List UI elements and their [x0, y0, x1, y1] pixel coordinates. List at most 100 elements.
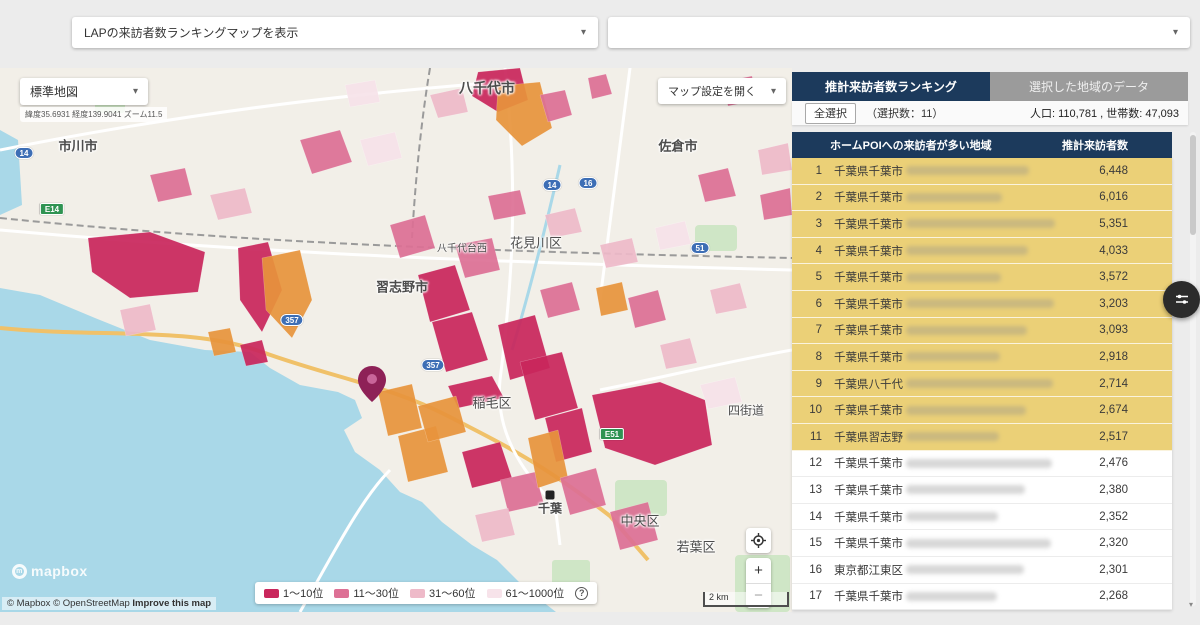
region-polygon[interactable]: [210, 188, 252, 220]
table-row[interactable]: 10千葉県千葉市2,674: [792, 397, 1172, 424]
table-row[interactable]: 17千葉県千葉市2,268: [792, 584, 1172, 611]
map-place-label: 佐倉市: [658, 136, 697, 155]
geolocate-button[interactable]: [746, 528, 771, 553]
mapbox-logo[interactable]: m mapbox: [12, 563, 88, 579]
table-row[interactable]: 7千葉県千葉市3,093: [792, 318, 1172, 345]
chevron-down-icon: ▾: [581, 27, 586, 38]
panel-subheader: 全選択 （選択数：11） 人口: 110,781 , 世帯数: 47,093: [792, 101, 1188, 125]
map-marker-pin[interactable]: [358, 366, 386, 402]
map-style-select[interactable]: 標準地図 ▾: [20, 78, 148, 105]
filter-icon: [1173, 291, 1191, 309]
region-polygon[interactable]: [660, 338, 697, 369]
row-region-redacted: [906, 512, 998, 521]
row-region-text: 千葉県千葉市: [834, 216, 903, 232]
region-polygon[interactable]: [540, 282, 580, 318]
table-row[interactable]: 11千葉県習志野2,517: [792, 424, 1172, 451]
region-polygon[interactable]: [760, 188, 792, 220]
row-region: 千葉県千葉市: [834, 243, 1028, 259]
row-region-text: 千葉県千葉市: [834, 349, 903, 365]
map-mode-select[interactable]: LAPの来訪者数ランキングマップを表示 ▾: [72, 17, 598, 48]
region-polygon[interactable]: [698, 168, 736, 202]
map-place-label: 習志野市: [376, 277, 428, 296]
region-polygon[interactable]: [345, 80, 380, 107]
zoom-in-button[interactable]: +: [746, 558, 771, 584]
table-row[interactable]: 16東京都江東区2,301: [792, 557, 1172, 584]
region-polygon[interactable]: [120, 304, 156, 336]
region-polygon[interactable]: [488, 190, 526, 220]
region-polygon[interactable]: [596, 282, 628, 316]
table-row[interactable]: 5千葉県千葉市3,572: [792, 264, 1172, 291]
table-row[interactable]: 14千葉県千葉市2,352: [792, 504, 1172, 531]
scrollbar-thumb[interactable]: [1190, 135, 1196, 235]
region-polygon[interactable]: [150, 168, 192, 202]
map-place-label: 八千代台西: [437, 240, 487, 255]
map-canvas[interactable]: 市川市八千代市佐倉市花見川区習志野市稲毛区中央区若葉区四街道八千代台西千葉357…: [0, 68, 792, 612]
secondary-select[interactable]: ▾: [608, 17, 1190, 48]
ranking-panel: 推計来訪者数ランキング 選択した地域のデータ 全選択 （選択数：11） 人口: …: [792, 68, 1200, 612]
table-row[interactable]: 1千葉県千葉市6,448: [792, 158, 1172, 185]
row-value: 2,380: [1099, 484, 1172, 496]
region-polygon[interactable]: [758, 143, 792, 175]
table-header-region: ホームPOIへの来訪者が多い地域: [830, 137, 992, 153]
row-region: 千葉県八千代: [834, 376, 1053, 392]
tab-selected-area-data[interactable]: 選択した地域のデータ: [990, 72, 1188, 101]
panel-scrollbar[interactable]: [1190, 132, 1196, 606]
improve-map-link[interactable]: Improve this map: [132, 598, 211, 609]
region-polygon[interactable]: [600, 238, 638, 268]
legend-item: 11〜30位: [334, 585, 399, 601]
region-polygon[interactable]: [628, 290, 666, 328]
row-region-redacted: [906, 273, 1001, 282]
population-stats: 人口: 110,781 , 世帯数: 47,093: [1030, 105, 1179, 121]
table-header-value: 推計来訪者数: [1062, 137, 1128, 153]
station-icon: [546, 491, 555, 500]
table-row[interactable]: 9千葉県八千代2,714: [792, 371, 1172, 398]
map-place-label: 千葉: [538, 500, 562, 517]
region-polygon[interactable]: [592, 382, 712, 465]
table-row[interactable]: 6千葉県千葉市3,203: [792, 291, 1172, 318]
region-polygon[interactable]: [710, 283, 747, 314]
table-row[interactable]: 12千葉県千葉市2,476: [792, 451, 1172, 478]
row-value: 3,572: [1099, 271, 1172, 283]
region-polygon[interactable]: [475, 508, 515, 542]
table-row[interactable]: 4千葉県千葉市4,033: [792, 238, 1172, 265]
row-rank: 11: [792, 431, 822, 443]
map-scalebar: 2 km: [703, 592, 789, 607]
row-region-text: 千葉県千葉市: [834, 588, 903, 604]
filter-fab-button[interactable]: [1163, 281, 1200, 318]
row-region-redacted: [906, 565, 1024, 574]
row-region-text: 千葉県千葉市: [834, 455, 903, 471]
row-rank: 17: [792, 590, 822, 602]
region-polygon[interactable]: [300, 130, 352, 174]
table-row[interactable]: 2千葉県千葉市6,016: [792, 185, 1172, 212]
map-settings-button[interactable]: マップ設定を開く ▾: [658, 78, 786, 104]
table-row[interactable]: 15千葉県千葉市2,320: [792, 530, 1172, 557]
row-region: 千葉県千葉市: [834, 296, 1054, 312]
row-rank: 10: [792, 404, 822, 416]
region-polygon[interactable]: [88, 232, 205, 298]
tab-visitor-ranking[interactable]: 推計来訪者数ランキング: [792, 72, 990, 101]
row-value: 2,918: [1099, 351, 1172, 363]
help-icon[interactable]: ?: [575, 587, 588, 600]
map-place-label: 若葉区: [676, 537, 715, 556]
road-shield: 357: [421, 359, 444, 371]
region-polygon[interactable]: [588, 74, 612, 99]
select-all-button[interactable]: 全選択: [805, 103, 856, 124]
row-region-text: 千葉県千葉市: [834, 243, 903, 259]
table-row[interactable]: 13千葉県千葉市2,380: [792, 477, 1172, 504]
region-polygon[interactable]: [390, 215, 435, 258]
row-value: 4,033: [1099, 245, 1172, 257]
region-polygon[interactable]: [655, 221, 691, 250]
region-polygon[interactable]: [360, 132, 402, 166]
row-region-redacted: [906, 485, 1025, 494]
map-place-label: 花見川区: [510, 233, 562, 252]
row-region: 千葉県千葉市: [834, 455, 1052, 471]
row-region-redacted: [906, 326, 1027, 335]
row-value: 6,016: [1099, 191, 1172, 203]
legend-label: 1〜10位: [283, 585, 323, 601]
row-rank: 15: [792, 537, 822, 549]
table-row[interactable]: 3千葉県千葉市5,351: [792, 211, 1172, 238]
row-region-text: 東京都江東区: [834, 562, 903, 578]
table-row[interactable]: 8千葉県千葉市2,918: [792, 344, 1172, 371]
region-polygon[interactable]: [520, 352, 578, 420]
scroll-down-icon[interactable]: ▾: [1189, 600, 1193, 609]
